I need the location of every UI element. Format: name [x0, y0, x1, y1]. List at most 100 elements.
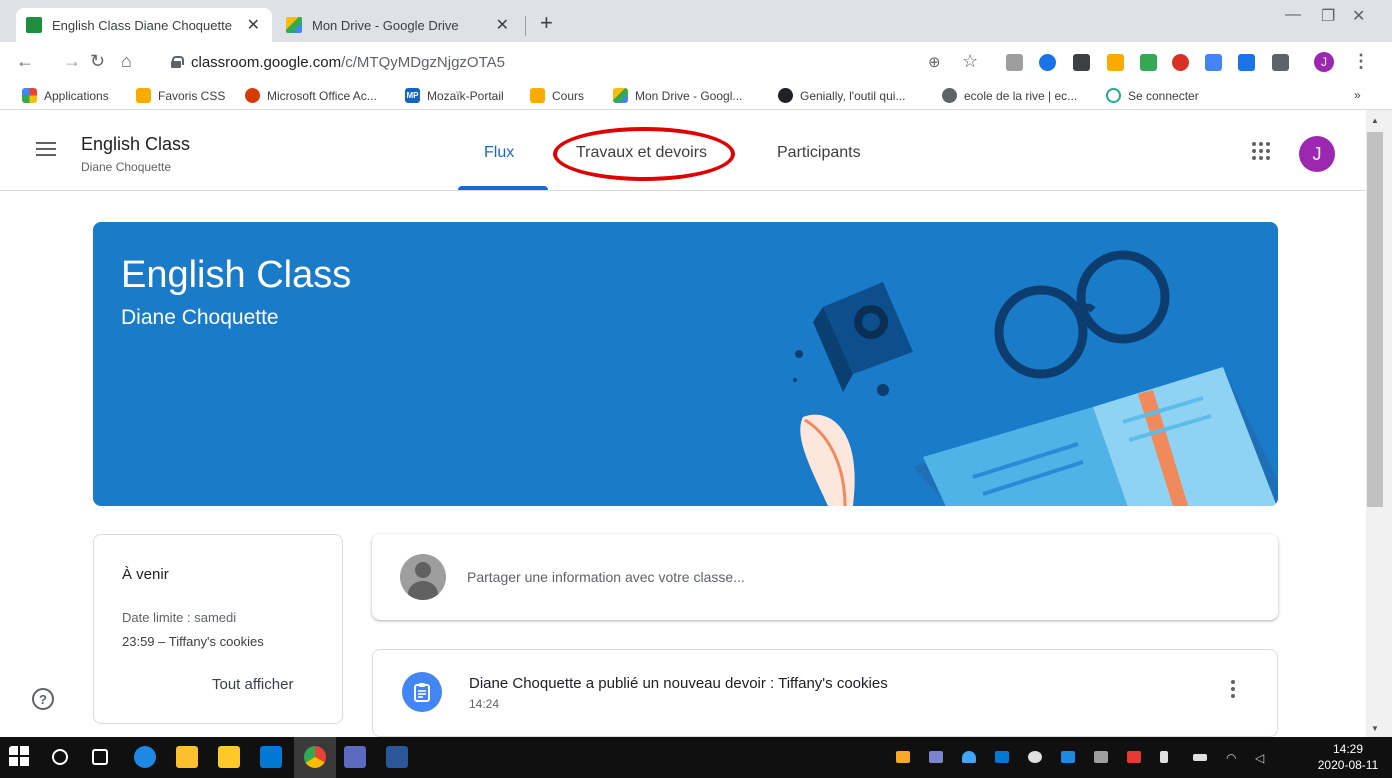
- scroll-up-icon[interactable]: ▲: [1371, 116, 1379, 125]
- google-apps-icon[interactable]: [1252, 142, 1270, 160]
- word-icon[interactable]: [386, 746, 408, 768]
- upcoming-title: À venir: [122, 566, 169, 583]
- task-view-icon[interactable]: [92, 749, 108, 765]
- outlook-icon[interactable]: [260, 746, 282, 768]
- extension-icon[interactable]: [1107, 54, 1124, 71]
- tab-mon-drive[interactable]: Mon Drive - Google Drive ✕: [276, 8, 521, 42]
- view-all-button[interactable]: Tout afficher: [212, 676, 293, 693]
- battery-icon[interactable]: [1193, 754, 1207, 761]
- zoom-icon[interactable]: ⊕: [928, 52, 941, 74]
- back-icon[interactable]: ←: [16, 50, 34, 72]
- extension-icon[interactable]: [1073, 54, 1090, 71]
- office-icon: [245, 88, 260, 103]
- bookmark-mozaik[interactable]: MP Mozaïk-Portail: [405, 88, 504, 103]
- translate-icon[interactable]: [1205, 54, 1222, 71]
- tray-app-icon[interactable]: [1061, 751, 1075, 763]
- scroll-down-icon[interactable]: ▼: [1371, 724, 1379, 733]
- browser-tab-strip: English Class Diane Choquette ✕ Mon Driv…: [0, 0, 1392, 42]
- outlook-tray-icon[interactable]: [995, 751, 1009, 763]
- bookmark-cours[interactable]: Cours: [530, 88, 584, 103]
- upcoming-item-link[interactable]: 23:59 – Tiffany's cookies: [122, 634, 264, 649]
- sticky-notes-icon[interactable]: [176, 746, 198, 768]
- main-menu-icon[interactable]: [36, 142, 56, 156]
- bookmark-label: Mozaïk-Portail: [427, 88, 504, 103]
- account-avatar[interactable]: J: [1299, 136, 1335, 172]
- onedrive-icon[interactable]: [962, 751, 976, 763]
- upcoming-due-date: Date limite : samedi: [122, 610, 237, 625]
- bookmark-se-connecter[interactable]: Se connecter: [1106, 88, 1199, 103]
- class-banner: English Class Diane Choquette: [93, 222, 1278, 506]
- extension-icon[interactable]: [1238, 54, 1255, 71]
- google-drive-icon: [286, 17, 302, 33]
- bookmark-star-icon[interactable]: ☆: [962, 50, 978, 72]
- extension-icon[interactable]: [1039, 54, 1056, 71]
- new-tab-icon[interactable]: +: [540, 12, 553, 34]
- bookmark-applications[interactable]: Applications: [22, 88, 109, 103]
- browser-toolbar: ← → ↻ ⌂ classroom.google.com/c/MTQyMDgzN…: [0, 42, 1392, 82]
- close-tab-icon[interactable]: ✕: [496, 15, 509, 35]
- chrome-icon[interactable]: [304, 746, 326, 768]
- bookmark-favoris-css[interactable]: Favoris CSS: [136, 88, 225, 103]
- address-bar[interactable]: classroom.google.com/c/MTQyMDgzNjgzOTA5: [157, 48, 917, 76]
- home-icon[interactable]: ⌂: [121, 50, 132, 72]
- classroom-icon: [530, 88, 545, 103]
- windows-start-icon[interactable]: [9, 746, 31, 768]
- stream-post[interactable]: Diane Choquette a publié un nouveau devo…: [372, 649, 1278, 737]
- post-title[interactable]: Diane Choquette a publié un nouveau devo…: [469, 675, 888, 692]
- teams-tray-icon[interactable]: [929, 751, 943, 763]
- bookmark-office[interactable]: Microsoft Office Ac...: [245, 88, 377, 103]
- minimize-icon[interactable]: —: [1285, 6, 1301, 24]
- bookmark-genially[interactable]: Genially, l'outil qui...: [778, 88, 905, 103]
- more-options-icon[interactable]: [1230, 680, 1236, 700]
- close-tab-icon[interactable]: ✕: [247, 15, 260, 35]
- extension-icon[interactable]: [1006, 54, 1023, 71]
- reload-icon[interactable]: ↻: [90, 50, 105, 72]
- taskbar-clock[interactable]: 14:29 2020-08-11: [1308, 741, 1388, 773]
- window-close-icon[interactable]: ✕: [1352, 6, 1365, 26]
- tray-app-icon[interactable]: [1028, 751, 1042, 763]
- red-circle-annotation: [553, 127, 735, 181]
- url-path: /c/MTQyMDgzNjgzOTA5: [341, 53, 505, 71]
- tab-english-class[interactable]: English Class Diane Choquette ✕: [16, 8, 272, 42]
- bookmarks-overflow-icon[interactable]: »: [1354, 88, 1361, 102]
- banner-subtitle: Diane Choquette: [121, 306, 279, 329]
- bookmark-label: Favoris CSS: [158, 88, 226, 103]
- volume-icon[interactable]: ◁: [1255, 751, 1269, 765]
- search-icon[interactable]: [52, 749, 68, 765]
- tab-participants[interactable]: Participants: [777, 144, 861, 162]
- bookmark-label: ecole de la rive | ec...: [964, 88, 1078, 103]
- teams-icon[interactable]: [344, 746, 366, 768]
- upcoming-card: À venir Date limite : samedi 23:59 – Tif…: [93, 534, 343, 724]
- tab-title: English Class Diane Choquette: [52, 17, 232, 33]
- bookmark-ecole-de-la-rive[interactable]: ecole de la rive | ec...: [942, 88, 1077, 103]
- edge-browser-icon[interactable]: [134, 746, 156, 768]
- class-title[interactable]: English Class: [81, 134, 190, 155]
- scrollbar-thumb[interactable]: [1367, 132, 1383, 507]
- tab-flux[interactable]: Flux: [484, 144, 514, 162]
- drive-extension-icon[interactable]: [1140, 54, 1157, 71]
- file-explorer-icon[interactable]: [218, 746, 240, 768]
- adblock-icon[interactable]: [1172, 54, 1189, 71]
- forward-icon[interactable]: →: [63, 50, 81, 72]
- clock-date: 2020-08-11: [1317, 758, 1379, 772]
- bookmark-label: Microsoft Office Ac...: [267, 88, 377, 103]
- user-avatar: [400, 554, 446, 600]
- wifi-icon[interactable]: ◠: [1226, 751, 1240, 765]
- chrome-menu-icon[interactable]: ⋮: [1352, 50, 1370, 72]
- genially-icon: [778, 88, 793, 103]
- tray-app-icon[interactable]: [1094, 751, 1108, 763]
- extensions-puzzle-icon[interactable]: [1272, 54, 1289, 71]
- tray-app-icon[interactable]: [1127, 751, 1141, 763]
- usb-icon[interactable]: [1160, 751, 1168, 763]
- mail-tray-icon[interactable]: [896, 751, 910, 763]
- help-icon[interactable]: ?: [32, 688, 54, 710]
- share-announcement-box[interactable]: Partager une information avec votre clas…: [372, 534, 1278, 620]
- profile-avatar[interactable]: J: [1314, 52, 1334, 72]
- share-placeholder[interactable]: Partager une information avec votre clas…: [467, 569, 745, 585]
- restore-icon[interactable]: ❐: [1321, 6, 1335, 26]
- clock-time: 14:29: [1332, 742, 1364, 756]
- bookmark-mon-drive[interactable]: Mon Drive - Googl...: [613, 88, 742, 103]
- page-scrollbar[interactable]: ▲ ▼: [1366, 110, 1392, 737]
- windows-taskbar: ◠ ◁ 14:29 2020-08-11: [0, 737, 1392, 778]
- bookmark-label: Mon Drive - Googl...: [635, 88, 743, 103]
